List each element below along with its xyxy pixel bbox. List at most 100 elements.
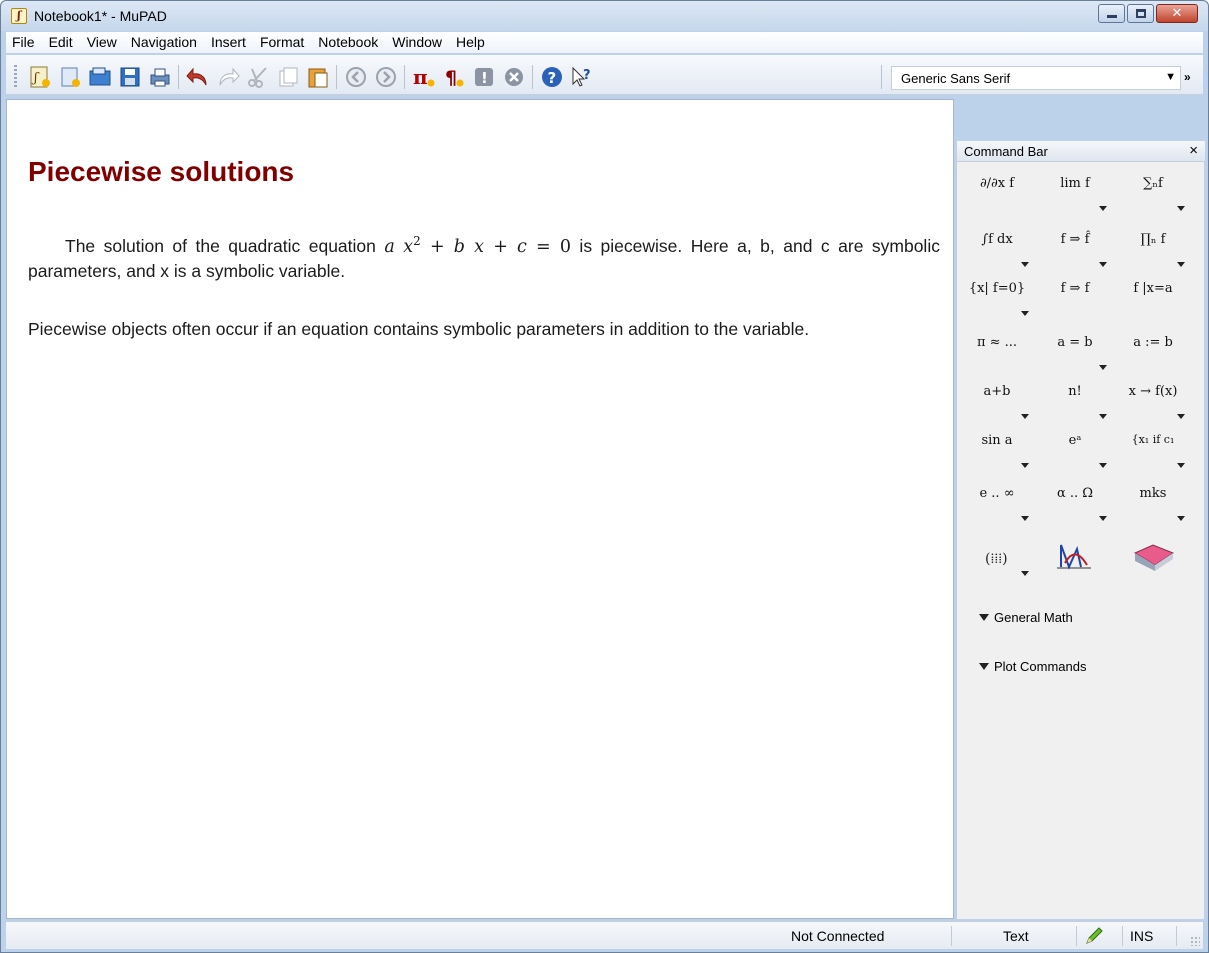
close-button[interactable]: ✕ <box>1156 4 1198 23</box>
assign-button[interactable]: a := b <box>1123 335 1195 375</box>
cmd-label: a := b <box>1133 335 1173 350</box>
factorial-button[interactable]: n! <box>1045 384 1117 424</box>
insert-text-icon[interactable]: ¶ <box>442 65 466 89</box>
dropdown-arrow-icon <box>1021 571 1029 576</box>
mupad-window: ʃ Notebook1* - MuPAD ✕ File Edit View Na… <box>0 0 1209 953</box>
dropdown-arrow-icon <box>1177 463 1185 468</box>
section-general-math[interactable]: General Math <box>979 610 1073 625</box>
forward-icon[interactable] <box>374 65 398 89</box>
cmd-label: ∏ₙ f <box>1140 232 1166 247</box>
menu-file[interactable]: File <box>6 32 42 53</box>
plot-2d-icon <box>1057 544 1091 570</box>
stop-icon[interactable] <box>502 65 526 89</box>
menu-navigation[interactable]: Navigation <box>124 32 204 53</box>
mode-status: Text <box>1003 928 1029 944</box>
matrix-button[interactable]: (⁞⁞⁞) <box>967 541 1039 581</box>
plot-2d-button[interactable] <box>1045 539 1117 579</box>
context-help-icon[interactable]: ? <box>570 65 594 89</box>
limit-button[interactable]: lim f <box>1045 176 1117 216</box>
cmd-label: eᵃ <box>1068 433 1082 448</box>
menu-edit[interactable]: Edit <box>42 32 80 53</box>
menu-insert[interactable]: Insert <box>204 32 253 53</box>
evaluate-icon[interactable]: ! <box>472 65 496 89</box>
trig-button[interactable]: sin a <box>967 433 1039 473</box>
p1-text-before: The solution of the quadratic equation <box>65 235 385 256</box>
dropdown-arrow-icon <box>1177 262 1185 267</box>
toolbar: ʃ π ¶ ! ? ? Generic Sans Serif ▼ » <box>6 55 1203 95</box>
command-bar-close-icon[interactable]: × <box>1189 142 1198 159</box>
piecewise-button[interactable]: {x₁ if c₁ <box>1123 433 1195 473</box>
cmd-label: a+b <box>983 384 1011 399</box>
simplify-button[interactable]: f ⇒ f <box>1045 281 1117 321</box>
section-label: General Math <box>994 610 1073 625</box>
diff-button[interactable]: ∂/∂x f <box>967 176 1039 216</box>
plot-3d-button[interactable] <box>1123 539 1195 579</box>
section-label: Plot Commands <box>994 659 1087 674</box>
cmd-label: π ≈ ... <box>976 335 1018 350</box>
menu-notebook[interactable]: Notebook <box>311 32 385 53</box>
open-icon[interactable] <box>88 65 112 89</box>
substitute-button[interactable]: f |x=a <box>1123 281 1195 321</box>
cut-icon[interactable] <box>246 65 270 89</box>
section-plot-commands[interactable]: Plot Commands <box>979 659 1086 674</box>
approx-button[interactable]: π ≈ ... <box>967 335 1039 375</box>
dropdown-arrow-icon <box>1099 463 1107 468</box>
cmd-label: {x₁ if c₁ <box>1131 433 1175 446</box>
print-icon[interactable] <box>148 65 172 89</box>
cmd-label: α .. Ω <box>1056 486 1094 501</box>
transform-button[interactable]: f ⇒ f̂ <box>1045 232 1117 272</box>
cmd-label: n! <box>1068 384 1082 399</box>
greek-button[interactable]: α .. Ω <box>1045 486 1117 526</box>
resize-grip[interactable] <box>1190 936 1200 946</box>
toolbar-grip[interactable] <box>14 65 17 87</box>
new-notebook-icon[interactable]: ʃ <box>28 65 52 89</box>
cmd-label: lim f <box>1060 176 1090 191</box>
cmd-label: a = b <box>1057 335 1093 350</box>
close-icon: ✕ <box>1171 6 1183 21</box>
redo-icon[interactable] <box>216 65 240 89</box>
equation-x: x <box>403 236 414 257</box>
menu-help[interactable]: Help <box>449 32 492 53</box>
maximize-button[interactable] <box>1127 4 1154 23</box>
operators-button[interactable]: a+b <box>967 384 1039 424</box>
dropdown-arrow-icon <box>1099 262 1107 267</box>
insert-calculation-icon[interactable]: π <box>412 65 436 89</box>
paste-icon[interactable] <box>306 65 330 89</box>
notebook-editor[interactable] <box>6 99 954 919</box>
maximize-icon <box>1136 9 1146 18</box>
font-family-select[interactable]: Generic Sans Serif ▼ <box>891 66 1181 90</box>
integrate-button[interactable]: ∫f dx <box>967 232 1039 272</box>
cmd-label: x → f(x) <box>1128 384 1178 399</box>
equation-equals: = 0 <box>526 236 571 257</box>
menu-window[interactable]: Window <box>385 32 449 53</box>
command-bar-title: Command Bar <box>964 144 1048 159</box>
equation-button[interactable]: a = b <box>1045 335 1117 375</box>
undo-icon[interactable] <box>186 65 210 89</box>
dropdown-arrow-icon <box>1177 516 1185 521</box>
back-icon[interactable] <box>344 65 368 89</box>
dropdown-arrow-icon <box>1021 414 1029 419</box>
product-button[interactable]: ∏ₙ f <box>1123 232 1195 272</box>
cmd-label: mks <box>1139 486 1167 501</box>
chevron-down-icon: ▼ <box>1165 71 1176 83</box>
new-editor-icon[interactable] <box>58 65 82 89</box>
menu-view[interactable]: View <box>80 32 124 53</box>
dropdown-arrow-icon <box>1021 262 1029 267</box>
copy-icon[interactable] <box>276 65 300 89</box>
svg-text:¶: ¶ <box>445 67 457 89</box>
menu-format[interactable]: Format <box>253 32 311 53</box>
toolbar-more-button[interactable]: » <box>1184 70 1191 84</box>
svg-text:?: ? <box>583 68 591 83</box>
help-icon[interactable]: ? <box>540 65 564 89</box>
constants-button[interactable]: e .. ∞ <box>967 486 1039 526</box>
equation-exponent: 2 <box>413 234 421 248</box>
save-icon[interactable] <box>118 65 142 89</box>
title-bar: ʃ Notebook1* - MuPAD ✕ <box>1 1 1208 31</box>
exp-button[interactable]: eᵃ <box>1045 433 1117 473</box>
units-button[interactable]: mks <box>1123 486 1195 526</box>
solve-button[interactable]: {x| f=0} <box>967 281 1039 321</box>
function-button[interactable]: x → f(x) <box>1123 384 1195 424</box>
dropdown-arrow-icon <box>1177 414 1185 419</box>
minimize-button[interactable] <box>1098 4 1125 23</box>
sum-button[interactable]: ∑ₙf <box>1123 176 1195 216</box>
